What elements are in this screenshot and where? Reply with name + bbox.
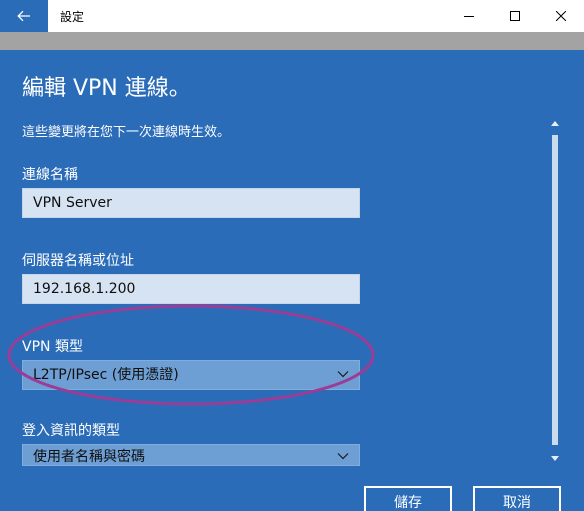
- vpn-type-label: VPN 類型: [22, 339, 83, 355]
- edit-vpn-dialog: 編輯 VPN 連線。 這些變更將在您下一次連線時生效。 連線名稱 VPN Ser…: [0, 50, 584, 511]
- back-button[interactable]: [0, 0, 48, 32]
- scrollbar[interactable]: [549, 117, 561, 464]
- cancel-button[interactable]: 取消: [473, 486, 561, 511]
- minimize-button[interactable]: [446, 0, 492, 32]
- close-icon: [556, 11, 566, 21]
- server-address-field[interactable]: 192.168.1.200: [22, 274, 360, 304]
- window-title: 設定: [60, 9, 85, 24]
- maximize-button[interactable]: [492, 0, 538, 32]
- signin-type-label: 登入資訊的類型: [22, 423, 120, 439]
- scroll-up-icon: [551, 120, 559, 126]
- vpn-type-value: L2TP/IPsec (使用憑證): [33, 367, 179, 383]
- dialog-hint: 這些變更將在您下一次連線時生效。: [22, 125, 231, 140]
- scroll-down-icon: [551, 455, 559, 461]
- connection-name-field[interactable]: VPN Server: [22, 188, 360, 218]
- signin-type-dropdown[interactable]: 使用者名稱與密碼: [22, 444, 360, 466]
- scroll-down-button[interactable]: [549, 452, 561, 464]
- close-button[interactable]: [538, 0, 584, 32]
- scroll-up-button[interactable]: [549, 117, 561, 129]
- scroll-thumb[interactable]: [552, 135, 558, 445]
- vpn-type-dropdown[interactable]: L2TP/IPsec (使用憑證): [22, 360, 360, 390]
- dialog-title: 編輯 VPN 連線。: [22, 76, 191, 101]
- server-address-label: 伺服器名稱或位址: [22, 253, 134, 269]
- title-bar: 設定: [0, 0, 584, 32]
- connection-name-label: 連線名稱: [22, 167, 78, 183]
- minimize-icon: [464, 16, 474, 17]
- maximize-icon: [510, 11, 520, 21]
- window-controls: [446, 0, 584, 32]
- chevron-down-icon: [337, 371, 349, 378]
- save-button[interactable]: 儲存: [364, 486, 452, 511]
- settings-window: 設定 編輯 VPN 連線。 這些變更將在您下一次連線時生效。 連線名稱 VPN …: [0, 0, 584, 511]
- back-arrow-icon: [17, 10, 30, 22]
- chevron-down-icon: [337, 453, 349, 460]
- background-band: [0, 32, 584, 50]
- signin-type-value: 使用者名稱與密碼: [33, 449, 145, 465]
